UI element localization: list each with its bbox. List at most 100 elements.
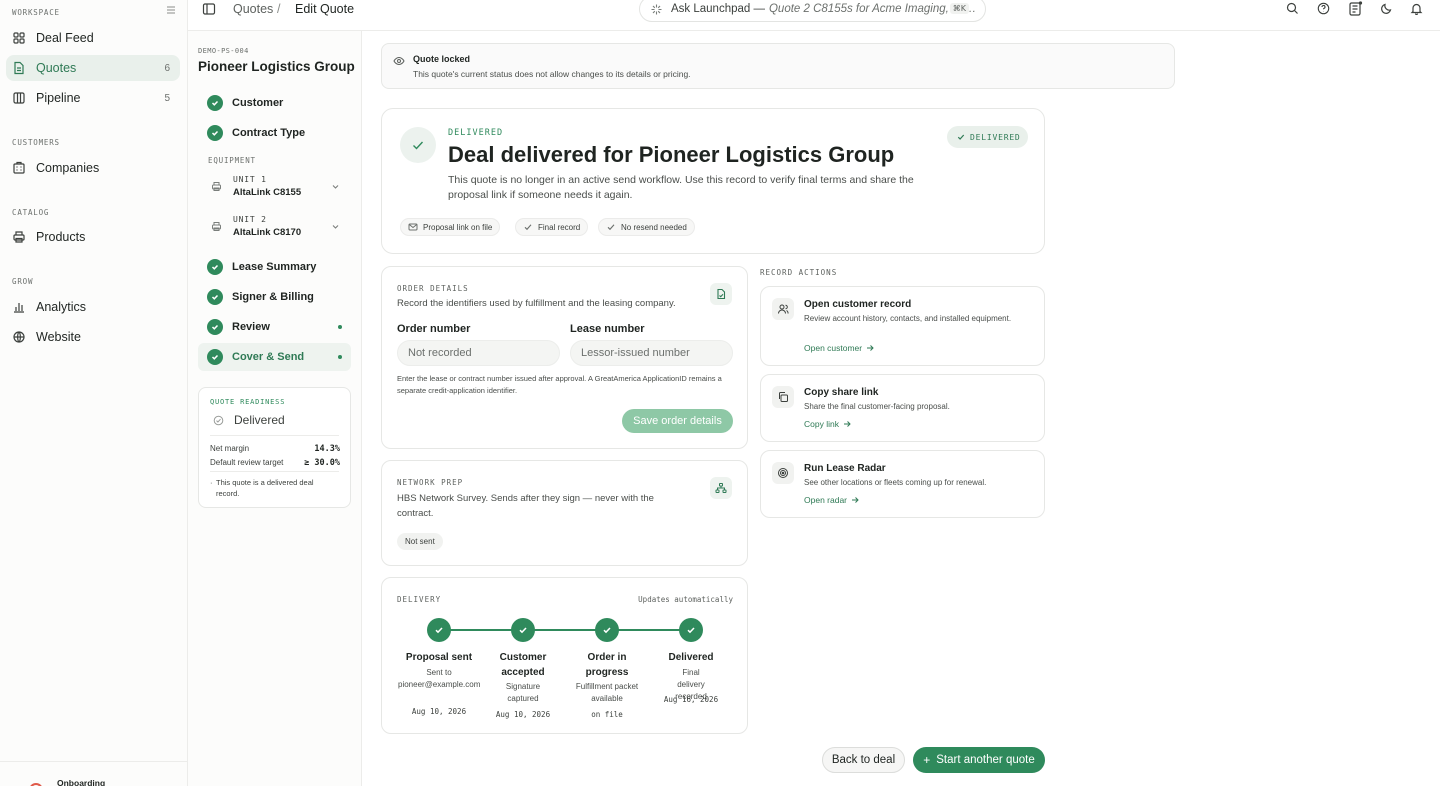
save-order-details-button[interactable]: Save order details: [622, 409, 733, 433]
timeline-step-date: on file: [591, 710, 623, 719]
equipment-label: EQUIPMENT: [208, 156, 256, 165]
onboarding-widget[interactable]: Onboarding: [0, 761, 188, 786]
sidebar-item-count: 6: [164, 62, 170, 74]
step-label: Cover & Send: [232, 351, 305, 363]
order-number-input[interactable]: [397, 340, 560, 366]
plus-icon: +: [923, 753, 931, 767]
step-lease-summary[interactable]: Lease Summary: [198, 253, 351, 281]
lease-number-input[interactable]: [570, 340, 733, 366]
hero-description: This quote is no longer in an active sen…: [448, 174, 914, 201]
network-status-badge: Not sent: [397, 533, 443, 550]
unit-1[interactable]: UNIT 1 AltaLink C8155: [198, 170, 351, 204]
timeline-step-date: Aug 16, 2026: [663, 695, 719, 704]
quote-stepper: DEMO-PS-004 Pioneer Logistics Group Cust…: [188, 31, 362, 786]
check-icon: [524, 224, 532, 231]
step-indicator-dot: [338, 325, 342, 329]
chip-label: Final record: [538, 222, 581, 232]
timeline-step-sub: Sent to pioneer@example.com: [398, 668, 481, 689]
ask-label: Ask Launchpad —: [671, 3, 765, 15]
step-label: Lease Summary: [232, 261, 317, 273]
sidebar-item-quotes[interactable]: Quotes 6: [6, 55, 180, 81]
ask-launchpad-bar[interactable]: Ask Launchpad — Quote 2 C8155s for Acme …: [639, 0, 986, 22]
network-icon[interactable]: [710, 477, 732, 499]
unit-model: AltaLink C8170: [233, 227, 302, 238]
quote-readiness-card: QUOTE READINESS Delivered Net margin 14.…: [198, 387, 351, 508]
radar-icon: [772, 462, 794, 484]
printer-icon: [211, 221, 222, 232]
hero-title: Deal delivered for Pioneer Logistics Gro…: [448, 142, 895, 167]
sidebar-item-pipeline[interactable]: Pipeline 5: [6, 85, 180, 111]
moon-icon[interactable]: [1380, 2, 1394, 16]
back-to-deal-button[interactable]: Back to deal: [822, 747, 905, 773]
sidebar-section-catalog: CATALOG: [12, 208, 50, 217]
document-check-icon[interactable]: [710, 283, 732, 305]
review-target-value: ≥ 30.0%: [304, 458, 340, 468]
users-icon: [772, 298, 794, 320]
review-target-label: Default review target: [210, 458, 284, 467]
step-label: Contract Type: [232, 127, 306, 139]
badge-check-icon: [213, 415, 224, 426]
timeline-check-icon: [511, 618, 535, 642]
sparkle-icon: [650, 3, 663, 16]
step-signer-billing[interactable]: Signer & Billing: [198, 283, 351, 311]
status-badge: DELIVERED: [947, 126, 1028, 148]
check-icon: [207, 95, 223, 111]
sidebar-collapse-icon[interactable]: [165, 4, 179, 18]
divider: [210, 471, 339, 472]
sidebar-section-grow: GROW: [12, 277, 34, 286]
step-contract-type[interactable]: Contract Type: [198, 119, 351, 147]
timeline-check-icon: [595, 618, 619, 642]
sidebar-item-companies[interactable]: Companies: [6, 155, 180, 181]
readiness-status: Delivered: [234, 413, 285, 427]
action-copy-share-link[interactable]: Copy share link Share the final customer…: [760, 374, 1045, 442]
sidebar-item-products[interactable]: Products: [6, 224, 180, 250]
check-icon: [207, 259, 223, 275]
start-another-quote-button[interactable]: + Start another quote: [913, 747, 1045, 773]
delivery-card: DELIVERY Updates automatically Proposal …: [381, 577, 748, 734]
sidebar-item-analytics[interactable]: Analytics: [6, 294, 180, 320]
breadcrumb-quotes[interactable]: Quotes: [233, 2, 273, 16]
panel-toggle-icon[interactable]: [202, 2, 216, 16]
hero-kicker: DELIVERED: [448, 128, 504, 138]
delivery-auto-note: Updates automatically: [638, 595, 733, 604]
ask-query-text: Quote 2 C8155s for Acme Imaging, 60…: [768, 3, 977, 15]
help-icon[interactable]: [1317, 2, 1331, 16]
notes-icon[interactable]: [1348, 1, 1363, 16]
section-label: ORDER DETAILS: [397, 284, 469, 293]
copy-link[interactable]: Copy link: [804, 419, 851, 429]
action-open-customer-record[interactable]: Open customer record Review account hist…: [760, 286, 1045, 366]
open-customer-link[interactable]: Open customer: [804, 343, 874, 353]
sidebar-item-website[interactable]: Website: [6, 324, 180, 350]
record-actions-label: RECORD ACTIONS: [760, 268, 838, 277]
check-icon: [957, 134, 965, 140]
timeline-step-title: Customer accepted: [499, 652, 547, 678]
search-icon[interactable]: [1286, 2, 1300, 16]
sidebar-item-label: Companies: [36, 161, 100, 175]
sidebar: WORKSPACE Deal Feed Quotes 6 Pipeline 5 …: [0, 0, 188, 786]
step-cover-send[interactable]: Cover & Send: [198, 343, 351, 371]
timeline-check-icon: [679, 618, 703, 642]
chevron-down-icon[interactable]: [331, 182, 340, 191]
sidebar-item-label: Analytics: [36, 300, 87, 314]
step-customer[interactable]: Customer: [198, 89, 351, 117]
sidebar-item-deal-feed[interactable]: Deal Feed: [6, 25, 180, 51]
timeline-step-title: Delivered: [668, 652, 714, 663]
chevron-down-icon[interactable]: [331, 222, 340, 231]
step-review[interactable]: Review: [198, 313, 351, 341]
open-radar-link[interactable]: Open radar: [804, 495, 859, 505]
action-description: Review account history, contacts, and in…: [804, 314, 1012, 323]
sidebar-item-label: Pipeline: [36, 91, 81, 105]
lock-title: Quote locked: [413, 54, 471, 64]
grid-icon: [12, 31, 26, 45]
unit-2[interactable]: UNIT 2 AltaLink C8170: [198, 210, 351, 244]
order-description: Record the identifiers used by fulfillme…: [397, 298, 676, 309]
check-icon: [400, 127, 436, 163]
delivered-hero-card: DELIVERED Deal delivered for Pioneer Log…: [381, 108, 1045, 254]
bar-chart-icon: [12, 300, 26, 314]
onboarding-label: Onboarding: [57, 778, 106, 786]
section-label: NETWORK PREP: [397, 478, 464, 487]
order-helper-text: Enter the lease or contract number issue…: [397, 374, 722, 395]
action-run-lease-radar[interactable]: Run Lease Radar See other locations or f…: [760, 450, 1045, 518]
bell-icon[interactable]: [1410, 2, 1424, 16]
timeline-step-sub: Fulfillment packet available: [575, 682, 639, 703]
